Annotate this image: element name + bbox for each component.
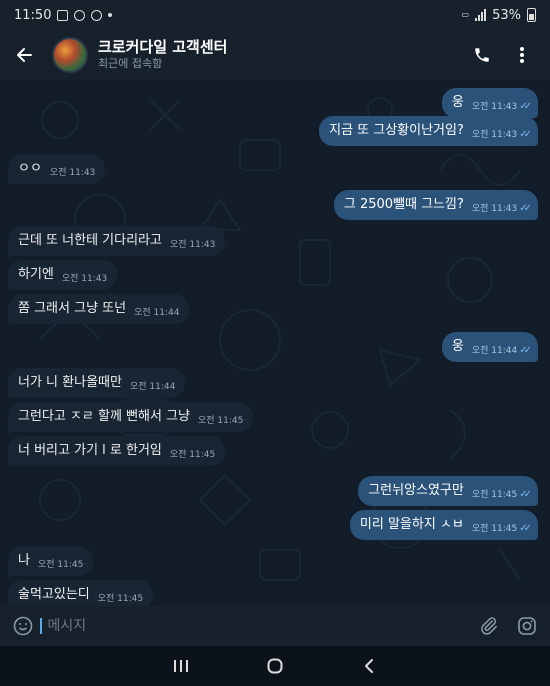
message-text: 웅 — [451, 339, 464, 354]
message-text: 너가 니 환나올때만 — [18, 375, 122, 390]
message-time: 오전 11:44 — [129, 382, 176, 392]
more-notifications-dot-icon — [108, 13, 113, 17]
message-text: 너 버리고 가기 l 로 한거임 — [18, 443, 162, 458]
message-bubble[interactable]: 웅 오전 11:44 ✓✓ — [441, 332, 538, 362]
instagram-camera-icon[interactable] — [514, 613, 540, 639]
back-chevron-icon[interactable] — [356, 653, 382, 679]
message-text: 그 2500뺄때 그느낌? — [343, 197, 464, 212]
message-text: 그런뉘앙스였구만 — [368, 483, 464, 498]
message-text: 쫌 그래서 그냥 또넌 — [18, 301, 127, 316]
message-bubble[interactable]: 너가 니 환나올때만 오전 11:44 — [8, 368, 186, 398]
message-time: 오전 11:43 — [471, 102, 518, 112]
message-composer — [0, 606, 550, 646]
message-text: 그런다고 ㅈㄹ 할께 뻔해서 그냥 — [18, 409, 191, 424]
recent-apps-icon[interactable] — [168, 653, 194, 679]
messenger-notification-icon — [74, 9, 86, 21]
status-bar: 11:50 ▭ 53% — [0, 0, 550, 30]
message-text: 나 — [18, 553, 30, 568]
chat-title: 크로커다일 고객센터 — [98, 38, 228, 56]
message-time: 오전 11:43 — [471, 130, 518, 140]
message-time: 오전 11:43 — [61, 274, 108, 284]
paperclip-icon[interactable] — [476, 613, 502, 639]
message-time: 오전 11:45 — [169, 450, 216, 460]
message-time: 오전 11:45 — [471, 490, 518, 500]
double-check-icon: ✓✓ — [519, 101, 532, 112]
message-bubble[interactable]: 지금 또 그상황이난거임? 오전 11:43 ✓✓ — [319, 116, 538, 146]
message-text: 하기엔 — [18, 267, 54, 282]
message-bubble[interactable]: 근데 또 너한테 기다리라고 오전 11:43 — [8, 226, 226, 256]
message-bubble[interactable]: 나 오전 11:45 — [8, 546, 94, 576]
message-time: 오전 11:43 — [169, 240, 216, 250]
message-text: ㅇㅇ — [18, 161, 42, 176]
signal-strength-icon — [475, 9, 487, 21]
message-list[interactable]: 웅 오전 11:43 ✓✓ 지금 또 그상황이난거임? 오전 11:43 ✓✓ ㅇㅇ… — [0, 80, 550, 606]
message-text: 술먹고있는디 — [18, 587, 90, 602]
message-time: 오전 11:45 — [471, 524, 518, 534]
message-bubble[interactable]: 쫌 그래서 그냥 또넌 오전 11:44 — [8, 294, 190, 324]
message-time: 오전 11:45 — [198, 416, 244, 426]
message-text: 근데 또 너한테 기다리라고 — [18, 233, 162, 248]
double-check-icon: ✓✓ — [519, 345, 532, 356]
message-text: 웅 — [451, 95, 464, 110]
message-bubble[interactable]: 웅 오전 11:43 ✓✓ — [441, 88, 538, 118]
message-time: 오전 11:43 — [471, 204, 518, 214]
message-bubble[interactable]: 미리 말을하지 ㅅㅂ 오전 11:45 ✓✓ — [349, 510, 538, 540]
message-time: 오전 11:45 — [97, 594, 144, 604]
gallery-notification-icon — [57, 9, 69, 21]
message-bubble[interactable]: 너 버리고 가기 l 로 한거임 오전 11:45 — [8, 436, 226, 466]
status-time: 11:50 — [14, 7, 52, 23]
message-text: 지금 또 그상황이난거임? — [329, 123, 464, 138]
message-time: 오전 11:44 — [471, 346, 518, 356]
message-input[interactable] — [47, 618, 476, 634]
message-bubble[interactable]: 하기엔 오전 11:43 — [8, 260, 118, 290]
telegram-notification-icon — [91, 9, 103, 21]
chat-title-block[interactable]: 크로커다일 고객센터 최근에 접속함 — [98, 38, 458, 72]
battery-percent: 53% — [492, 7, 521, 23]
message-bubble[interactable]: 술먹고있는디 오전 11:45 — [8, 580, 154, 606]
phone-icon[interactable] — [466, 39, 498, 71]
battery-icon — [527, 8, 536, 22]
arrow-left-icon[interactable] — [12, 43, 36, 67]
avatar[interactable] — [52, 37, 88, 73]
more-vertical-icon[interactable] — [506, 39, 538, 71]
message-bubble[interactable]: 그 2500뺄때 그느낌? 오전 11:43 ✓✓ — [333, 190, 538, 220]
double-check-icon: ✓✓ — [519, 203, 532, 214]
message-time: 오전 11:44 — [134, 308, 180, 318]
volte-icon: ▭ — [461, 10, 470, 19]
text-cursor — [40, 618, 42, 634]
chat-header: 크로커다일 고객센터 최근에 접속함 — [0, 30, 550, 80]
message-bubble[interactable]: 그런다고 ㅈㄹ 할께 뻔해서 그냥 오전 11:45 — [8, 402, 254, 432]
double-check-icon: ✓✓ — [519, 129, 532, 140]
message-time: 오전 11:45 — [37, 560, 84, 570]
last-seen-status: 최근에 접속함 — [98, 57, 163, 70]
double-check-icon: ✓✓ — [519, 523, 532, 534]
message-bubble[interactable]: ㅇㅇ 오전 11:43 — [8, 154, 106, 184]
smiley-icon[interactable] — [10, 613, 36, 639]
system-navigation-bar — [0, 646, 550, 686]
message-text: 미리 말을하지 ㅅㅂ — [359, 517, 464, 532]
message-time: 오전 11:43 — [49, 168, 96, 178]
double-check-icon: ✓✓ — [519, 489, 532, 500]
home-icon[interactable] — [262, 653, 288, 679]
message-bubble[interactable]: 그런뉘앙스였구만 오전 11:45 ✓✓ — [358, 476, 538, 506]
